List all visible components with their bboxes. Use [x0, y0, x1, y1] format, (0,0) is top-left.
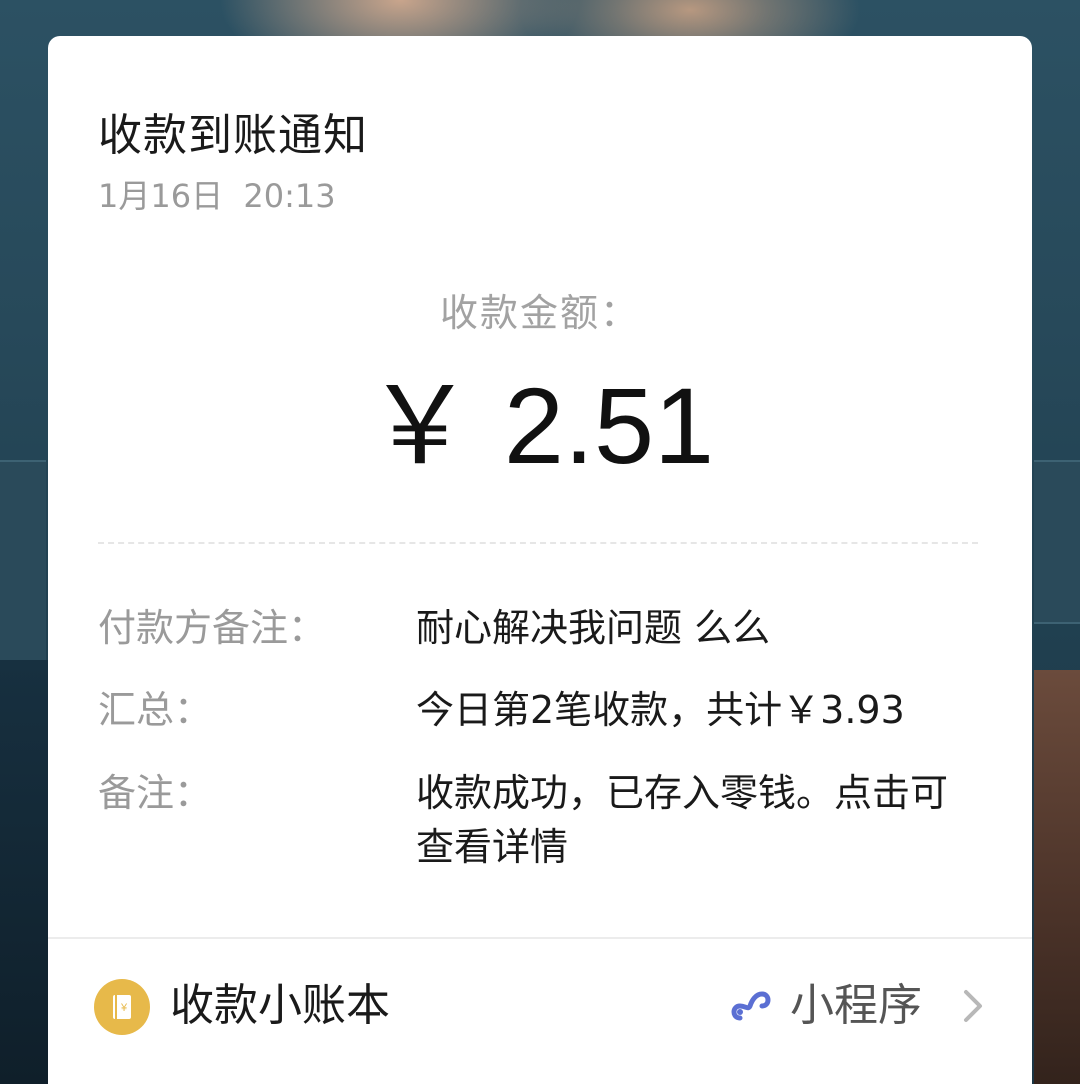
- summary-label: 汇总：: [98, 688, 213, 732]
- notification-datetime: 1月16日 20:13: [98, 177, 336, 215]
- ledger-glyph: ¥: [113, 995, 131, 1019]
- notification-title: 收款到账通知: [98, 110, 368, 161]
- dashed-divider: [98, 542, 978, 544]
- background-wall-panel-left: [0, 460, 46, 664]
- payer-note-label: 付款方备注：: [98, 606, 327, 650]
- background-shadow-left: [0, 660, 48, 1084]
- currency-symbol: ￥: [365, 365, 474, 486]
- summary-value: 今日第2笔收款，共计￥3.93: [416, 688, 905, 732]
- footer-divider: [48, 937, 1032, 939]
- remark-value: 收款成功，已存入零钱。点击可查看详情: [416, 771, 949, 869]
- background-chair: [1034, 670, 1080, 1084]
- remark-label: 备注：: [98, 771, 213, 815]
- app-name-link[interactable]: 收款小账本: [170, 976, 390, 1036]
- svg-text:¥: ¥: [120, 1002, 128, 1014]
- chevron-right-icon[interactable]: [958, 986, 988, 1026]
- ledger-icon: ¥: [94, 979, 150, 1035]
- payment-notification-card[interactable]: 收款到账通知 1月16日 20:13 收款金额： ￥ 2.51 付款方备注： 耐心…: [48, 36, 1032, 1084]
- mini-program-icon: [731, 991, 771, 1021]
- amount-display: ￥ 2.51: [48, 366, 1032, 486]
- amount-value: 2.51: [503, 365, 715, 486]
- payer-note-value: 耐心解决我问题 么么: [416, 606, 771, 650]
- background-wall-panel-right: [1034, 460, 1080, 624]
- amount-label: 收款金额：: [439, 291, 640, 335]
- mini-program-label[interactable]: 小程序: [790, 976, 922, 1036]
